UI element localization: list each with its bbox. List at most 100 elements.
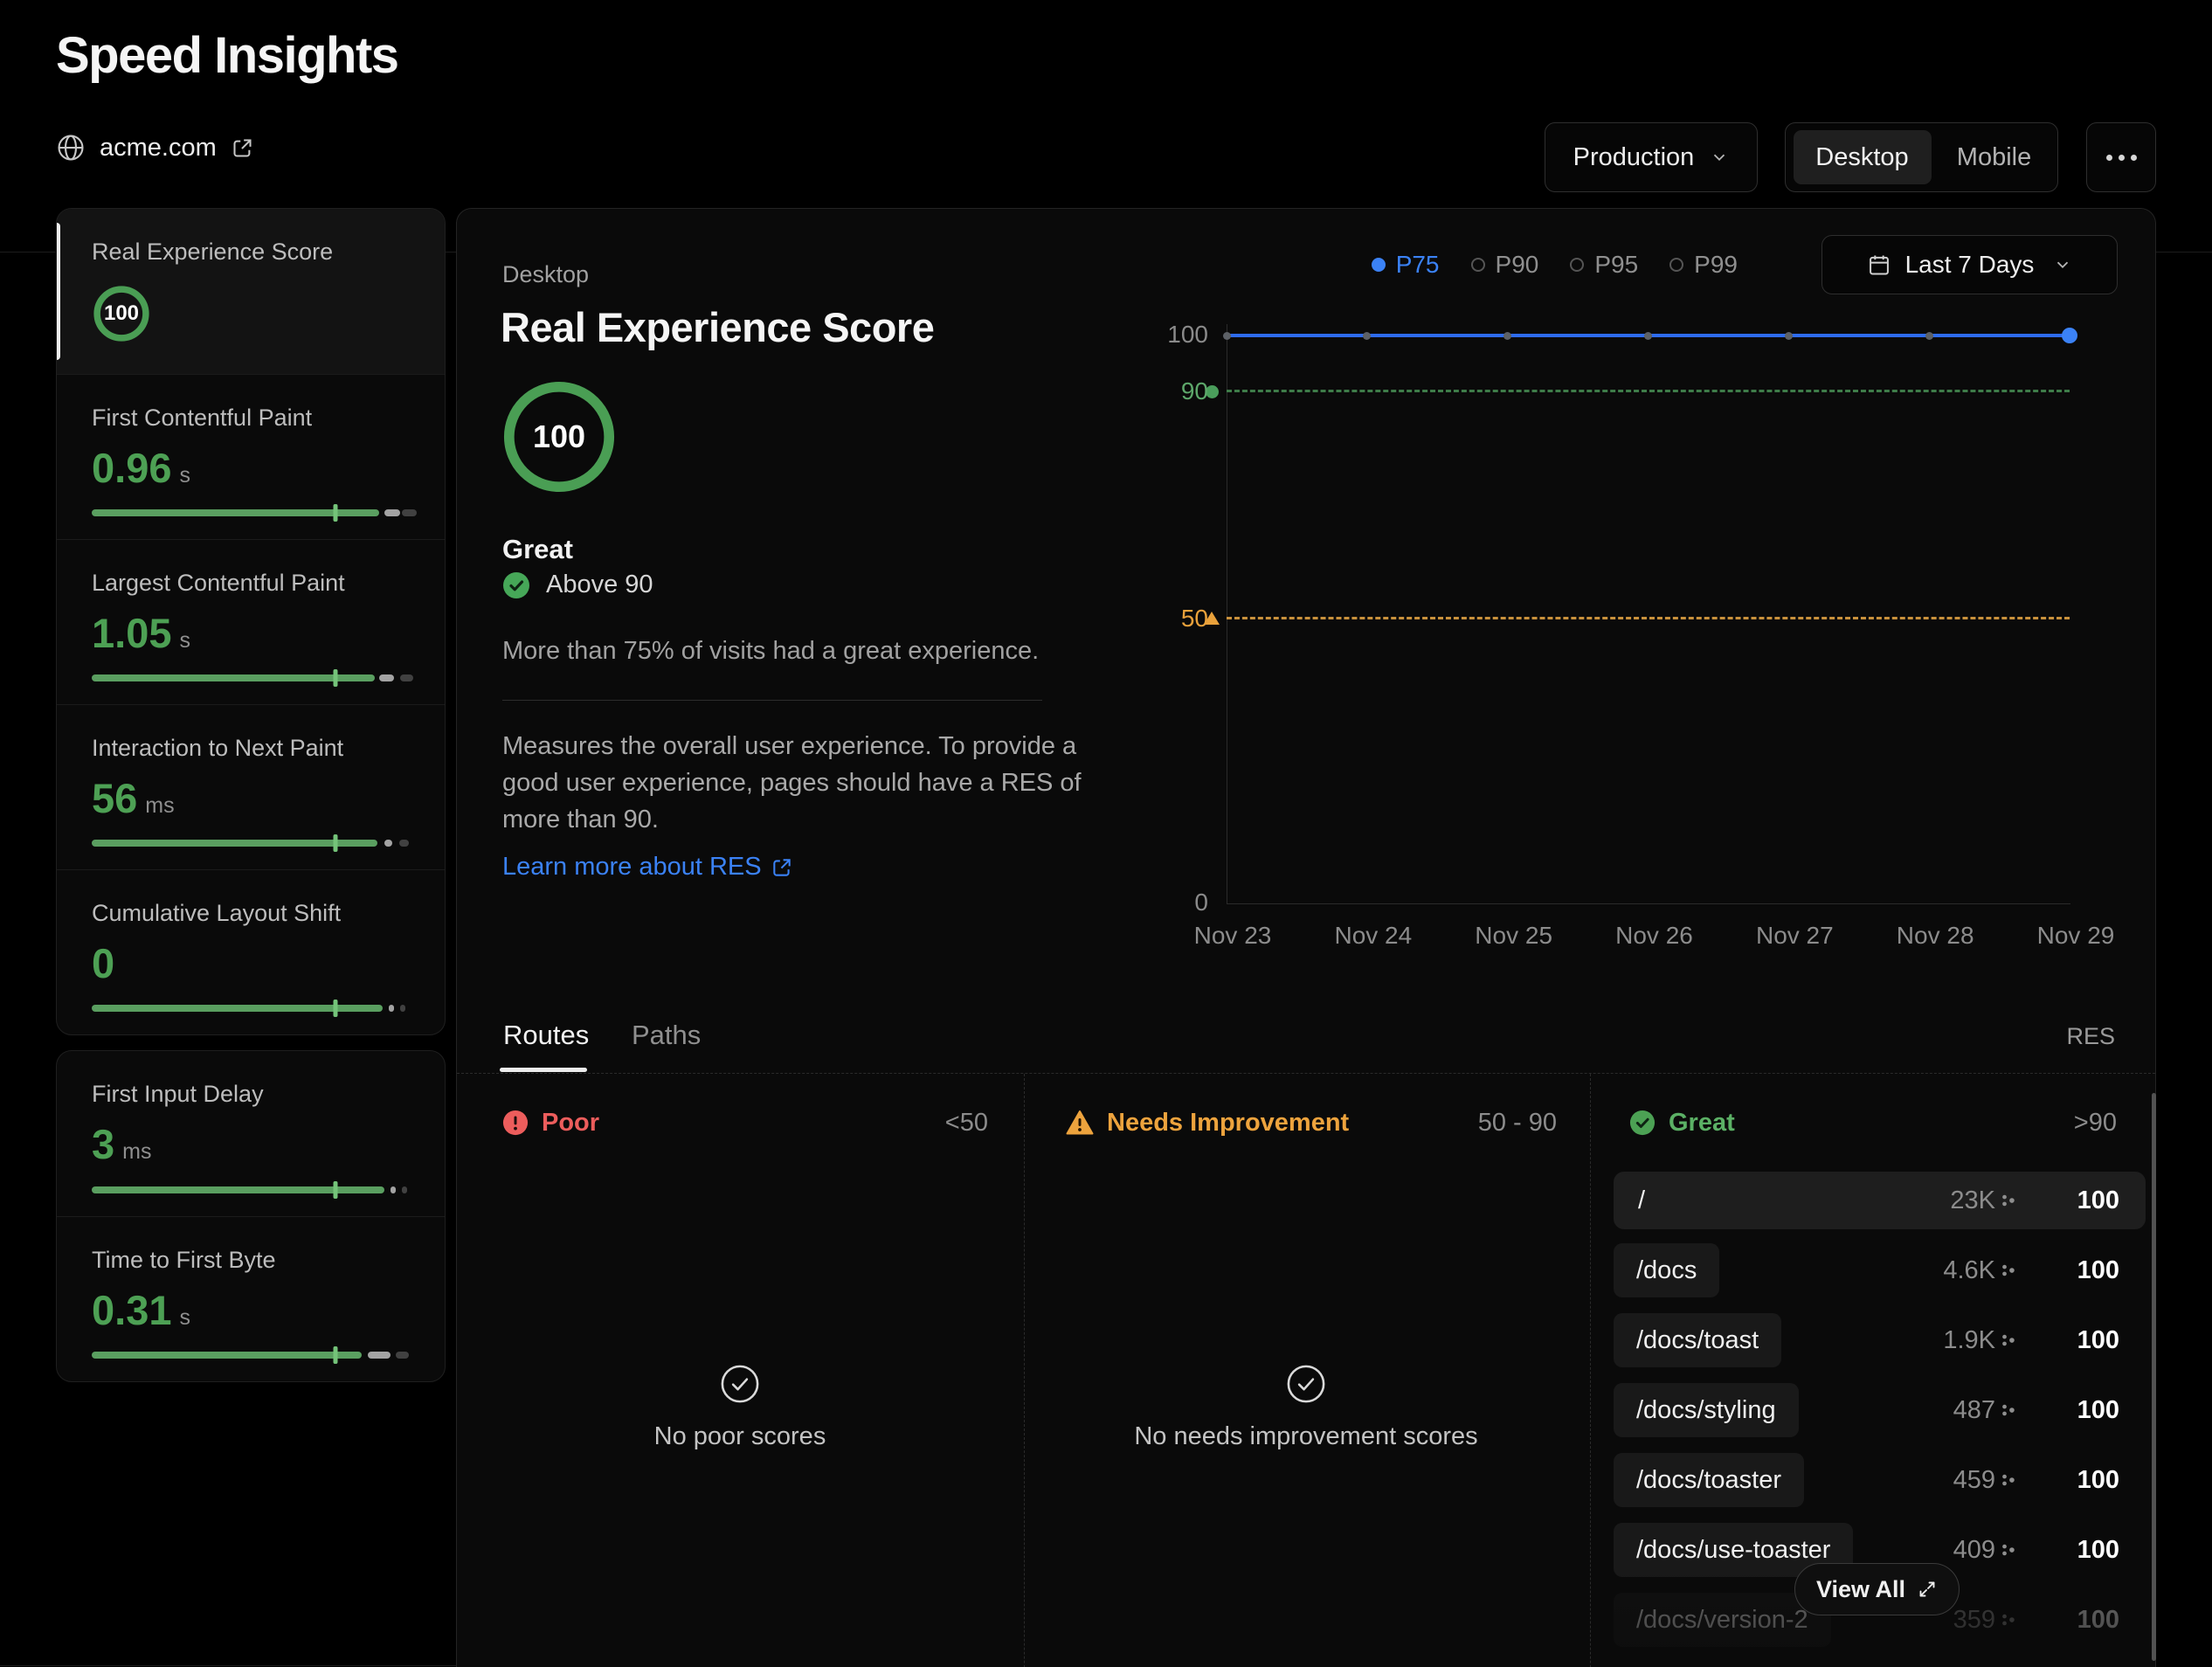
route-visits: 409 bbox=[1953, 1536, 1995, 1565]
check-circle-outline-icon bbox=[522, 1364, 958, 1408]
metric-bar bbox=[92, 674, 417, 681]
metric-bar bbox=[92, 840, 417, 847]
route-visits: 4.6K bbox=[1943, 1256, 1995, 1285]
p75-tick bbox=[334, 1000, 338, 1017]
page-title: Speed Insights bbox=[56, 26, 398, 85]
metric-label: First Input Delay bbox=[92, 1081, 417, 1108]
metric-unit: ms bbox=[122, 1139, 151, 1165]
legend-item-p90[interactable]: P90 bbox=[1471, 251, 1539, 279]
sidebar-metric-group-extra: First Input Delay3msTime to First Byte0.… bbox=[56, 1050, 446, 1382]
date-range-label: Last 7 Days bbox=[1905, 251, 2035, 279]
more-button[interactable] bbox=[2086, 122, 2156, 192]
legend-item-p75[interactable]: P75 bbox=[1372, 251, 1440, 279]
learn-more-label: Learn more about RES bbox=[502, 853, 762, 882]
legend-item-p99[interactable]: P99 bbox=[1669, 251, 1738, 279]
metric-value: 0.31 bbox=[92, 1286, 171, 1334]
ring-icon bbox=[1669, 258, 1683, 272]
x-axis-line bbox=[1227, 903, 2070, 904]
empty-state-text: No poor scores bbox=[522, 1422, 958, 1451]
route-row[interactable]: /23K100 bbox=[1614, 1172, 2146, 1229]
p75-tick bbox=[334, 834, 338, 852]
sidebar-card-time-to-first-byte[interactable]: Time to First Byte0.31s bbox=[57, 1216, 445, 1381]
legend-label: P75 bbox=[1396, 251, 1440, 279]
bucket-poor: Poor <50 bbox=[502, 1107, 988, 1138]
metric-label: Cumulative Layout Shift bbox=[92, 900, 417, 927]
sidebar-card-cumulative-layout-shift[interactable]: Cumulative Layout Shift0 bbox=[57, 869, 445, 1034]
p75-tick bbox=[334, 1181, 338, 1199]
route-row[interactable]: /docs4.6K100 bbox=[1614, 1242, 2146, 1299]
metric-unit: s bbox=[179, 463, 190, 488]
legend-label: P90 bbox=[1496, 251, 1539, 279]
environment-label: Production bbox=[1573, 143, 1695, 172]
res-score-ring: 100 bbox=[502, 380, 616, 494]
empty-state-needs-improvement: No needs improvement scores bbox=[1088, 1364, 1524, 1451]
site-domain[interactable]: acme.com bbox=[100, 134, 217, 163]
score-value: 100 bbox=[92, 284, 151, 343]
tab-mobile[interactable]: Mobile bbox=[1939, 130, 2050, 184]
tab-desktop[interactable]: Desktop bbox=[1794, 130, 1932, 184]
sidebar-card-first-contentful-paint[interactable]: First Contentful Paint0.96s bbox=[57, 374, 445, 539]
globe-icon bbox=[56, 133, 86, 163]
sidebar-card-interaction-to-next-paint[interactable]: Interaction to Next Paint56ms bbox=[57, 704, 445, 869]
route-visits: 23K bbox=[1950, 1186, 1995, 1215]
summary-text: More than 75% of visits had a great expe… bbox=[502, 637, 1039, 666]
legend-label: P99 bbox=[1694, 251, 1738, 279]
route-row[interactable]: /docs/toast1.9K100 bbox=[1614, 1311, 2146, 1369]
sidebar-card-first-input-delay[interactable]: First Input Delay 3 ms bbox=[57, 1051, 445, 1216]
route-path: /docs/toast bbox=[1614, 1313, 1781, 1367]
legend-label: P95 bbox=[1594, 251, 1638, 279]
sidebar-metric-group-core: Real Experience Score100First Contentful… bbox=[56, 208, 446, 1035]
threshold-label: Above 90 bbox=[546, 571, 653, 599]
tabs-divider bbox=[457, 1073, 2155, 1074]
ring-icon bbox=[1471, 258, 1485, 272]
p75-tick bbox=[334, 669, 338, 687]
route-score: 100 bbox=[2077, 1606, 2119, 1635]
data-point bbox=[1644, 332, 1652, 340]
active-tab-underline bbox=[500, 1068, 587, 1072]
metric-value: 0.96 bbox=[92, 444, 171, 492]
y-axis-label: 100 bbox=[1068, 321, 1208, 349]
y-axis-label: 50 bbox=[1068, 605, 1208, 633]
metric-label: Largest Contentful Paint bbox=[92, 570, 417, 597]
metric-unit: s bbox=[179, 1305, 190, 1331]
data-point bbox=[1363, 332, 1371, 340]
bucket-great: Great >90 bbox=[1629, 1107, 2117, 1138]
bucket-needs-improvement: Needs Improvement 50 - 90 bbox=[1066, 1107, 1557, 1138]
scrollbar-thumb[interactable] bbox=[2152, 1093, 2156, 1661]
metric-bar bbox=[92, 1186, 417, 1193]
date-range-button[interactable]: Last 7 Days bbox=[1821, 235, 2118, 294]
x-axis-label: Nov 27 bbox=[1725, 922, 1864, 950]
route-path: /docs/toaster bbox=[1614, 1453, 1804, 1507]
view-all-button[interactable]: View All bbox=[1794, 1563, 1960, 1615]
route-row[interactable]: /docs/toaster459100 bbox=[1614, 1451, 2146, 1509]
bucket-range: 50 - 90 bbox=[1478, 1109, 1557, 1138]
visits-dots-icon bbox=[2001, 1262, 2016, 1278]
route-visits: 359 bbox=[1953, 1606, 1995, 1635]
site-link[interactable]: acme.com bbox=[56, 133, 254, 163]
metric-value: 3 bbox=[92, 1120, 114, 1168]
tab-routes[interactable]: Routes bbox=[503, 1020, 589, 1051]
device-toggle: Desktop Mobile bbox=[1785, 122, 2058, 192]
visits-dots-icon bbox=[2001, 1612, 2016, 1628]
column-divider bbox=[1590, 1074, 1591, 1667]
route-row[interactable]: /docs/styling487100 bbox=[1614, 1381, 2146, 1439]
check-circle-outline-icon bbox=[1088, 1364, 1524, 1408]
bucket-label: Great bbox=[1669, 1109, 1735, 1138]
tab-paths[interactable]: Paths bbox=[632, 1020, 701, 1051]
threshold-row: Above 90 bbox=[502, 571, 653, 599]
sidebar-card-largest-contentful-paint[interactable]: Largest Contentful Paint1.05s bbox=[57, 539, 445, 704]
legend-item-p95[interactable]: P95 bbox=[1570, 251, 1638, 279]
data-point bbox=[1503, 332, 1511, 340]
route-score: 100 bbox=[2077, 1186, 2119, 1215]
metric-label: Real Experience Score bbox=[92, 239, 417, 266]
x-axis-label: Nov 26 bbox=[1585, 922, 1725, 950]
route-score: 100 bbox=[2077, 1326, 2119, 1355]
learn-more-link[interactable]: Learn more about RES bbox=[502, 853, 793, 882]
sidebar-card-real-experience-score[interactable]: Real Experience Score 100 bbox=[57, 209, 445, 374]
environment-select[interactable]: Production bbox=[1545, 122, 1758, 192]
view-all-label: View All bbox=[1816, 1576, 1905, 1603]
speed-insights-page: Speed Insights acme.com Production Deskt… bbox=[0, 0, 2212, 1667]
warning-triangle-icon bbox=[1066, 1110, 1094, 1136]
ellipsis-icon bbox=[2106, 155, 2137, 161]
data-point bbox=[1223, 332, 1231, 340]
